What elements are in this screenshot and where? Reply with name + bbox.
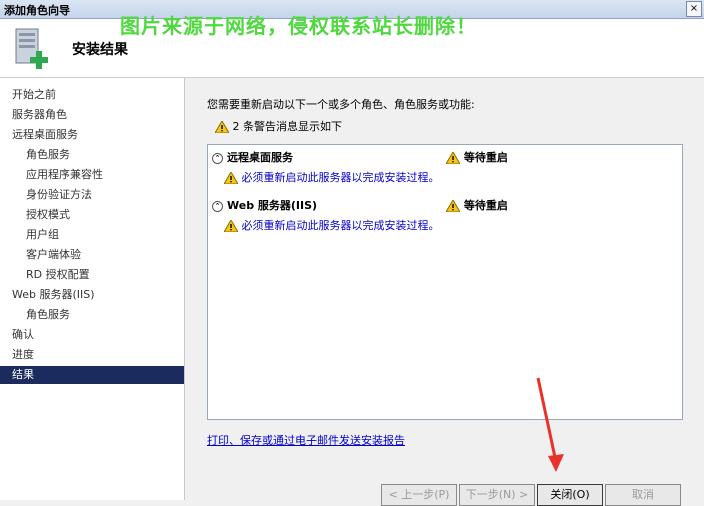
warning-icon: [224, 220, 238, 232]
cancel-button[interactable]: 取消: [605, 484, 681, 506]
warning-summary: 2 条警告消息显示如下: [215, 118, 342, 134]
result-detail: 必须重新启动此服务器以完成安装过程。: [224, 169, 440, 185]
warning-icon: [446, 200, 460, 212]
sidebar-item-client-experience[interactable]: 客户端体验: [0, 246, 210, 264]
warning-summary-text: 2 条警告消息显示如下: [232, 120, 343, 133]
result-status-text: 等待重启: [463, 199, 508, 212]
sidebar-item-results[interactable]: 结果: [0, 366, 184, 384]
sidebar-item-web-server-iis[interactable]: Web 服务器(IIS): [0, 286, 196, 304]
window-title: 添加角色向导: [4, 4, 70, 17]
server-add-icon: [15, 28, 48, 69]
result-detail-text: 必须重新启动此服务器以完成安装过程。: [241, 171, 440, 184]
sidebar-item-rd-licensing-config[interactable]: RD 授权配置: [0, 266, 210, 284]
result-status-text: 等待重启: [463, 151, 508, 164]
sidebar-item-authentication-method[interactable]: 身份验证方法: [0, 186, 210, 204]
sidebar: 开始之前 服务器角色 远程桌面服务 角色服务 应用程序兼容性 身份验证方法 授权…: [0, 78, 185, 500]
results-list: ⌃ 远程桌面服务 等待重启 必须重新启动此服务器以完成安装过程。 ⌃ Web 服务器…: [207, 144, 683, 420]
sidebar-item-licensing-mode[interactable]: 授权模式: [0, 206, 210, 224]
warning-icon: [215, 121, 229, 133]
page-title: 安装结果: [72, 42, 128, 58]
warning-icon: [446, 152, 460, 164]
result-detail: 必须重新启动此服务器以完成安装过程。: [224, 217, 440, 233]
sidebar-item-before-you-begin[interactable]: 开始之前: [0, 86, 196, 104]
sidebar-item-app-compatibility[interactable]: 应用程序兼容性: [0, 166, 210, 184]
sidebar-item-user-groups[interactable]: 用户组: [0, 226, 210, 244]
sidebar-item-progress[interactable]: 进度: [0, 346, 196, 364]
sidebar-item-iis-role-services[interactable]: 角色服务: [0, 306, 210, 324]
back-button[interactable]: < 上一步(P): [381, 484, 457, 506]
collapse-icon[interactable]: ⌃: [212, 200, 223, 212]
result-row[interactable]: ⌃ Web 服务器(IIS): [212, 197, 317, 213]
sidebar-item-server-roles[interactable]: 服务器角色: [0, 106, 196, 124]
next-button[interactable]: 下一步(N) >: [459, 484, 535, 506]
main-panel: 您需要重新启动以下一个或多个角色、角色服务或功能: 2 条警告消息显示如下 ⌃ 远…: [185, 78, 704, 506]
warning-icon: [224, 172, 238, 184]
result-name: 远程桌面服务: [227, 151, 293, 164]
close-button[interactable]: 关闭(O): [537, 484, 603, 506]
collapse-icon[interactable]: ⌃: [212, 152, 223, 164]
sidebar-item-confirmation[interactable]: 确认: [0, 326, 196, 344]
result-detail-text: 必须重新启动此服务器以完成安装过程。: [241, 219, 440, 232]
sidebar-item-remote-desktop-services[interactable]: 远程桌面服务: [0, 126, 196, 144]
sidebar-item-role-services[interactable]: 角色服务: [0, 146, 210, 164]
result-name: Web 服务器(IIS): [227, 199, 318, 212]
result-row[interactable]: ⌃ 远程桌面服务: [212, 149, 293, 165]
close-icon[interactable]: ×: [686, 1, 702, 17]
result-status: 等待重启: [446, 197, 508, 213]
annotation-arrow: [536, 377, 564, 472]
watermark-text: 图片来源于网络，侵权联系站长删除！: [120, 14, 477, 38]
result-status: 等待重启: [446, 149, 508, 165]
report-link[interactable]: 打印、保存或通过电子邮件发送安装报告: [207, 432, 405, 448]
restart-message: 您需要重新启动以下一个或多个角色、角色服务或功能:: [207, 98, 475, 111]
